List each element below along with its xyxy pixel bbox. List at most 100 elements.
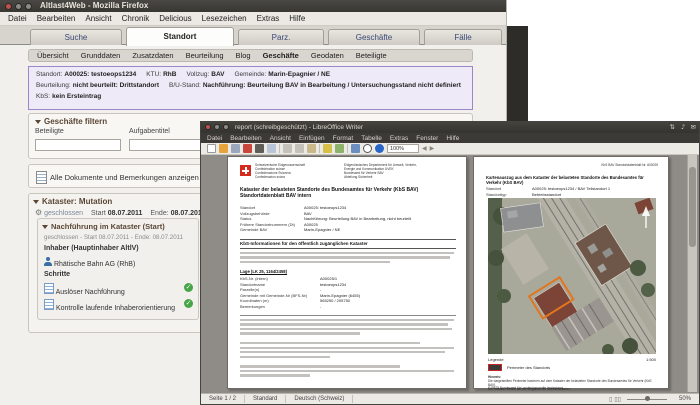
vertical-scrollbar[interactable] [687,155,697,392]
close-button[interactable] [5,2,12,10]
undo-icon[interactable] [323,144,332,153]
libreoffice-statusbar: Seite 1 / 2 Standard Deutsch (Schweiz) ▯… [201,393,699,404]
network-indicator-icon[interactable]: ⇅ [670,122,675,133]
cut-icon[interactable] [283,144,292,153]
subtab-zusatzdaten[interactable]: Zusatzdaten [132,51,173,60]
document-page-1[interactable]: Schweizerische Eidgenossenschaft Confédé… [227,156,467,389]
nachfuehrung-status: geschlossen - Start 08.07.2011 - Ende: 0… [44,234,184,241]
back-arrow-icon[interactable]: ◀ [422,145,427,152]
subtab-uebersicht[interactable]: Übersicht [37,51,69,60]
sound-indicator-icon[interactable]: ♪ [681,122,685,133]
maximize-button[interactable] [223,124,229,130]
filter-panel-title[interactable]: Geschäfte filtern [35,117,107,126]
window-title: Altlast4Web - Mozilla Firefox [40,1,149,10]
subtab-beurteilung[interactable]: Beurteilung [186,51,224,60]
show-documents-link[interactable]: Alle Dokumente und Bemerkungen anzeigen [50,173,199,182]
page-header: KbS BAV Standortdatenblatt Nr. A00025 [601,163,658,167]
copy-icon[interactable] [295,144,304,153]
menu-chronik[interactable]: Chronik [122,14,150,23]
save-icon[interactable] [231,144,240,153]
page-indicator[interactable]: Seite 1 / 2 [201,395,246,403]
page-style[interactable]: Standard [245,395,287,403]
menu-bearbeiten[interactable]: Bearbeiten [37,14,76,23]
tab-parz[interactable]: Parz. [238,29,324,45]
minimize-button[interactable] [214,124,220,130]
menu-hilfe[interactable]: Hilfe [446,135,459,142]
libreoffice-titlebar[interactable]: report (schreibgeschützt) - LibreOffice … [201,122,699,133]
aerial-map[interactable] [488,198,656,354]
menu-ansicht[interactable]: Ansicht [270,135,291,142]
subtab-blog[interactable]: Blog [236,51,251,60]
menu-lesezeichen[interactable]: Lesezeichen [202,14,247,23]
menu-format[interactable]: Format [333,135,354,142]
firefox-titlebar[interactable]: Altlast4Web - Mozilla Firefox [0,0,506,12]
new-document-icon[interactable] [207,144,216,153]
nachfuehrung-title[interactable]: Nachführung im Kataster (Start) [42,222,165,231]
window-title: report (schreibgeschützt) - LibreOffice … [235,124,363,131]
menu-tabelle[interactable]: Tabelle [361,135,382,142]
menu-datei[interactable]: Datei [207,135,222,142]
step-label: Auslöser Nachführung [55,289,125,296]
subtab-beteiligte[interactable]: Beteiligte [356,51,387,60]
find-icon[interactable] [363,144,372,153]
document-page-2[interactable]: KbS BAV Standortdatenblatt Nr. A00025 Ka… [473,156,669,391]
field-label-beteiligte: Beteiligte [35,128,64,135]
menu-delicious[interactable]: Delicious [159,14,191,23]
zoom-percentage[interactable]: 50% [671,395,699,403]
tab-faelle[interactable]: Fälle [424,29,502,45]
inhaber-row[interactable]: Rhätische Bahn AG (RhB) [44,257,135,268]
paragraph-greek [240,252,456,265]
menu-hilfe[interactable]: Hilfe [289,14,305,23]
tab-geschaefte[interactable]: Geschäfte [328,29,420,45]
collapse-icon [42,225,48,230]
single-page-view-icon[interactable]: ▯ [609,396,612,403]
forward-arrow-icon[interactable]: ▶ [430,145,435,152]
step-row[interactable]: Kontrolle laufende Inhaberorientierung [44,299,175,312]
menu-extras[interactable]: Extras [257,14,280,23]
print-icon[interactable] [255,144,264,153]
language-indicator[interactable]: Deutsch (Schweiz) [286,395,354,403]
field-label-aufgabentitel: Aufgabentitel [129,128,170,135]
scrollbar-thumb[interactable] [689,167,696,247]
multi-page-view-icon[interactable]: ▯▯ [614,396,621,403]
kataster-title[interactable]: Kataster: Mutation [33,197,112,206]
subtab-geschaefte-active[interactable]: Geschäfte [263,51,299,60]
inhaber-label: Inhaber (Hauptinhaber AltlV) [44,245,139,252]
info-pair: Beurteilung: nicht beurteilt: Drittstando… [36,82,160,89]
export-pdf-icon[interactable] [243,144,252,153]
schritte-label: Schritte [44,271,71,278]
step-row[interactable]: Auslöser Nachführung [44,283,125,296]
open-icon[interactable] [219,144,228,153]
legend-item-label: Perimeter des Standorts [507,365,551,370]
subtab-grunddaten[interactable]: Grunddaten [81,51,121,60]
menu-extras[interactable]: Extras [390,135,408,142]
check-icon: ✓ [184,283,193,292]
close-button[interactable] [205,124,211,130]
subtab-geodaten[interactable]: Geodaten [311,51,344,60]
zoom-combobox[interactable]: 100% [387,144,419,153]
info-pair: Standort: A00025: testoeops1234 [36,71,137,78]
kataster-status-row: ⚙ geschlossen Start 08.07.2011 Ende: 08.… [35,208,206,217]
paste-icon[interactable] [307,144,316,153]
libreoffice-menubar: Datei Bearbeiten Ansicht Einfügen Format… [201,133,699,143]
nachfuehrung-box: Nachführung im Kataster (Start) geschlos… [37,218,199,320]
tab-suche[interactable]: Suche [30,29,122,45]
tab-standort[interactable]: Standort [126,27,234,46]
print-preview-icon[interactable] [267,144,276,153]
legende-label: Legende [488,357,504,362]
navigator-icon[interactable] [375,144,384,153]
menu-einfuegen[interactable]: Einfügen [299,135,325,142]
maximize-button[interactable] [25,2,32,10]
menu-fenster[interactable]: Fenster [416,135,438,142]
redo-icon[interactable] [335,144,344,153]
menu-ansicht[interactable]: Ansicht [85,14,111,23]
menu-datei[interactable]: Datei [8,14,27,23]
minimize-button[interactable] [15,2,22,10]
copyright-line: © PK25 Bundesamt für Landestopografie (s… [488,385,564,390]
check-icon: ✓ [184,299,193,308]
beteiligte-input[interactable] [35,139,121,151]
insert-table-icon[interactable] [351,144,360,153]
mail-indicator-icon[interactable]: ✉ [691,122,696,133]
zoom-slider[interactable] [626,396,667,401]
menu-bearbeiten[interactable]: Bearbeiten [230,135,261,142]
